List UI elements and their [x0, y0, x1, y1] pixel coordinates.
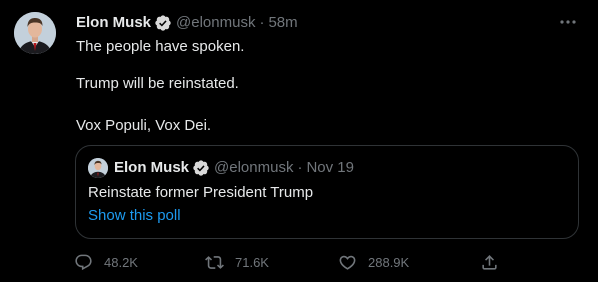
reply-icon [75, 254, 92, 270]
quoted-avatar [88, 158, 108, 178]
verified-badge-icon [193, 160, 209, 176]
avatar[interactable] [14, 12, 56, 54]
separator-dot: · [297, 159, 303, 176]
quoted-tweet[interactable]: Elon Musk @elonmusk · Nov 19 Reinstate f… [75, 145, 579, 239]
tweet-timestamp[interactable]: 58m [268, 13, 297, 33]
quoted-author-handle: @elonmusk [214, 159, 294, 176]
verified-badge-icon [155, 15, 171, 31]
quoted-text: Reinstate former President Trump [88, 184, 314, 201]
tweet-line: Trump will be reinstated. [76, 75, 239, 92]
share-icon [482, 254, 497, 270]
quoted-author-name: Elon Musk [114, 159, 190, 176]
retweet-count: 71.6K [235, 254, 269, 270]
more-horizontal-icon[interactable] [558, 13, 578, 31]
share-button[interactable] [480, 250, 499, 274]
tweet-line: Vox Populi, Vox Dei. [76, 117, 212, 134]
action-bar: 48.2K 71.6K 288.9K [74, 250, 504, 274]
quoted-avatar-image [88, 158, 108, 178]
quoted-date: Nov 19 [306, 159, 354, 176]
retweet-button[interactable]: 71.6K [205, 250, 269, 274]
quoted-header: Elon Musk @elonmusk · Nov 19 [114, 157, 354, 179]
like-button[interactable]: 288.9K [338, 250, 409, 274]
separator-dot: · [259, 14, 265, 31]
tweet[interactable]: Elon Musk @elonmusk · 58m The people hav… [0, 0, 598, 282]
author-name[interactable]: Elon Musk [76, 13, 151, 33]
tweet-header: Elon Musk @elonmusk · 58m [76, 12, 578, 34]
like-count: 288.9K [368, 254, 410, 270]
tweet-line: The people have spoken. [76, 38, 245, 55]
author-handle[interactable]: @elonmusk [176, 13, 255, 33]
reply-button[interactable]: 48.2K [74, 250, 138, 274]
heart-icon [339, 255, 356, 270]
avatar-image [14, 12, 56, 54]
retweet-icon [205, 255, 224, 269]
show-poll-link[interactable]: Show this poll [88, 206, 181, 226]
reply-count: 48.2K [104, 254, 138, 270]
